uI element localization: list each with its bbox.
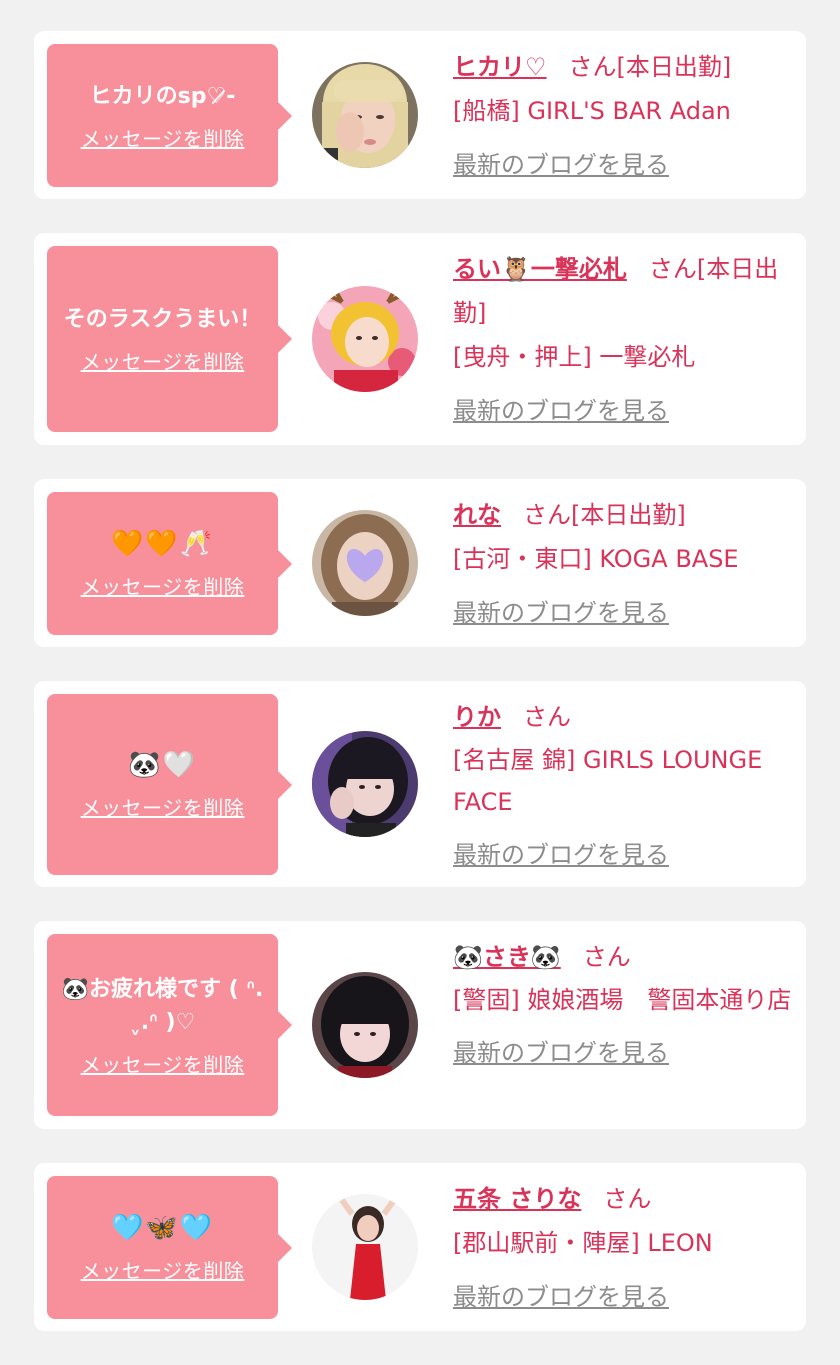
- message-bubble: ヒカリのsp♡̷̷- メッセージを削除: [47, 44, 292, 187]
- delete-message-link[interactable]: メッセージを削除: [81, 792, 245, 821]
- shop-label: [曳舟・押上] 一撃必札: [453, 343, 696, 371]
- woman-reindeer-photo-icon: [312, 286, 418, 392]
- cast-name-link[interactable]: 五条 さりな: [453, 1185, 581, 1213]
- cast-name-link[interactable]: れな: [453, 501, 501, 529]
- woman-blonde-photo-icon: [312, 62, 418, 168]
- latest-blog-link[interactable]: 最新のブログを見る: [453, 143, 669, 187]
- name-line: れな さん[本日出勤]: [453, 493, 792, 537]
- cast-name-link[interactable]: 🐼さき🐼: [453, 943, 561, 971]
- message-text: 🩵🦋🩵: [110, 1212, 215, 1243]
- cast-info: りか さん [名古屋 錦] GIRLS LOUNGE FACE 最新のブログを見る: [453, 695, 792, 877]
- latest-blog-link[interactable]: 最新のブログを見る: [453, 1275, 669, 1319]
- delete-message-link[interactable]: メッセージを削除: [81, 1255, 245, 1284]
- woman-black-bangs-photo-icon: [312, 972, 418, 1078]
- cast-info: 🐼さき🐼 さん [警固] 娘娘酒場 警固本通り店 最新のブログを見る: [453, 935, 792, 1075]
- honorific: さん: [568, 53, 617, 81]
- latest-blog-link[interactable]: 最新のブログを見る: [453, 389, 669, 433]
- cast-info: 五条 さりな さん [郡山駅前・陣屋] LEON 最新のブログを見る: [453, 1177, 792, 1319]
- message-text: そのラスクうまい！: [63, 307, 262, 332]
- honorific: さん: [603, 1185, 652, 1213]
- message-card: ヒカリのsp♡̷̷- メッセージを削除 ヒカリ♡ さん[本日出勤] [船橋] GI…: [34, 31, 806, 199]
- shop-label: [船橋] GIRL'S BAR Adan: [453, 97, 731, 125]
- message-card: そのラスクうまい！ メッセージを削除 るい🦉一撃必札 さん[本日出勤] [曳舟・押…: [34, 233, 806, 445]
- message-list: ヒカリのsp♡̷̷- メッセージを削除 ヒカリ♡ さん[本日出勤] [船橋] GI…: [34, 31, 806, 1365]
- name-line: ヒカリ♡ さん[本日出勤]: [453, 45, 792, 89]
- name-line: りか さん: [453, 695, 792, 739]
- message-card: 🧡🧡🥂 メッセージを削除 れな さん[本日出勤] [古河・東口] KOGA BAS…: [34, 479, 806, 647]
- name-line: るい🦉一撃必札 さん[本日出勤]: [453, 247, 792, 335]
- status-label: [本日出勤]: [571, 501, 686, 529]
- delete-message-link[interactable]: メッセージを削除: [81, 346, 245, 375]
- message-card: 🩵🦋🩵 メッセージを削除 五条 さりな さん [郡山駅前・陣屋] LEON 最新の…: [34, 1163, 806, 1331]
- cast-info: れな さん[本日出勤] [古河・東口] KOGA BASE 最新のブログを見る: [453, 493, 792, 635]
- message-bubble: 🧡🧡🥂 メッセージを削除: [47, 492, 292, 635]
- woman-heart-sticker-photo-icon: [312, 510, 418, 616]
- latest-blog-link[interactable]: 最新のブログを見る: [453, 1031, 669, 1075]
- message-bubble: そのラスクうまい！ メッセージを削除: [47, 246, 292, 432]
- cast-info: るい🦉一撃必札 さん[本日出勤] [曳舟・押上] 一撃必札 最新のブログを見る: [453, 247, 792, 433]
- cast-name-link[interactable]: ヒカリ♡: [453, 53, 547, 81]
- message-bubble: 🐼お疲れ様です ( ᐢ.ˬ.ᐢ )♡ メッセージを削除: [47, 934, 292, 1116]
- shop-label: [警固] 娘娘酒場 警固本通り店: [453, 986, 792, 1014]
- message-text: ヒカリのsp♡̷̷-: [89, 83, 236, 109]
- message-card: 🐼🤍 メッセージを削除 りか さん [名古屋 錦] GIRLS LOUNGE FA…: [34, 681, 806, 887]
- delete-message-link[interactable]: メッセージを削除: [81, 123, 245, 152]
- message-text: 🧡🧡🥂: [110, 528, 215, 559]
- shop-label: [古河・東口] KOGA BASE: [453, 545, 739, 573]
- cast-name-link[interactable]: るい🦉一撃必札: [453, 255, 627, 283]
- avatar[interactable]: [312, 972, 418, 1078]
- avatar[interactable]: [312, 510, 418, 616]
- shop-label: [郡山駅前・陣屋] LEON: [453, 1229, 713, 1257]
- status-label: [本日出勤]: [616, 53, 732, 81]
- avatar[interactable]: [312, 1194, 418, 1300]
- latest-blog-link[interactable]: 最新のブログを見る: [453, 833, 669, 877]
- avatar[interactable]: [312, 62, 418, 168]
- avatar[interactable]: [312, 286, 418, 392]
- message-bubble: 🩵🦋🩵 メッセージを削除: [47, 1176, 292, 1319]
- honorific: さん: [523, 501, 571, 529]
- name-line: 🐼さき🐼 さん: [453, 935, 792, 979]
- message-text: 🐼お疲れ様です ( ᐢ.ˬ.ᐢ )♡: [61, 976, 264, 1035]
- honorific: さん: [523, 703, 571, 731]
- delete-message-link[interactable]: メッセージを削除: [81, 571, 245, 600]
- woman-red-dress-photo-icon: [312, 1194, 418, 1300]
- woman-dark-hair-photo-icon: [312, 731, 418, 837]
- message-bubble: 🐼🤍 メッセージを削除: [47, 694, 292, 875]
- cast-name-link[interactable]: りか: [453, 703, 501, 731]
- message-text: 🐼🤍: [128, 749, 197, 780]
- honorific: さん: [648, 255, 697, 283]
- latest-blog-link[interactable]: 最新のブログを見る: [453, 591, 669, 635]
- honorific: さん: [582, 943, 631, 971]
- shop-label: [名古屋 錦] GIRLS LOUNGE FACE: [453, 746, 763, 816]
- message-card: 🐼お疲れ様です ( ᐢ.ˬ.ᐢ )♡ メッセージを削除 🐼さき🐼 さん [警固] …: [34, 921, 806, 1129]
- avatar[interactable]: [312, 731, 418, 837]
- name-line: 五条 さりな さん: [453, 1177, 792, 1221]
- cast-info: ヒカリ♡ さん[本日出勤] [船橋] GIRL'S BAR Adan 最新のブログ…: [453, 45, 792, 187]
- delete-message-link[interactable]: メッセージを削除: [81, 1049, 245, 1078]
